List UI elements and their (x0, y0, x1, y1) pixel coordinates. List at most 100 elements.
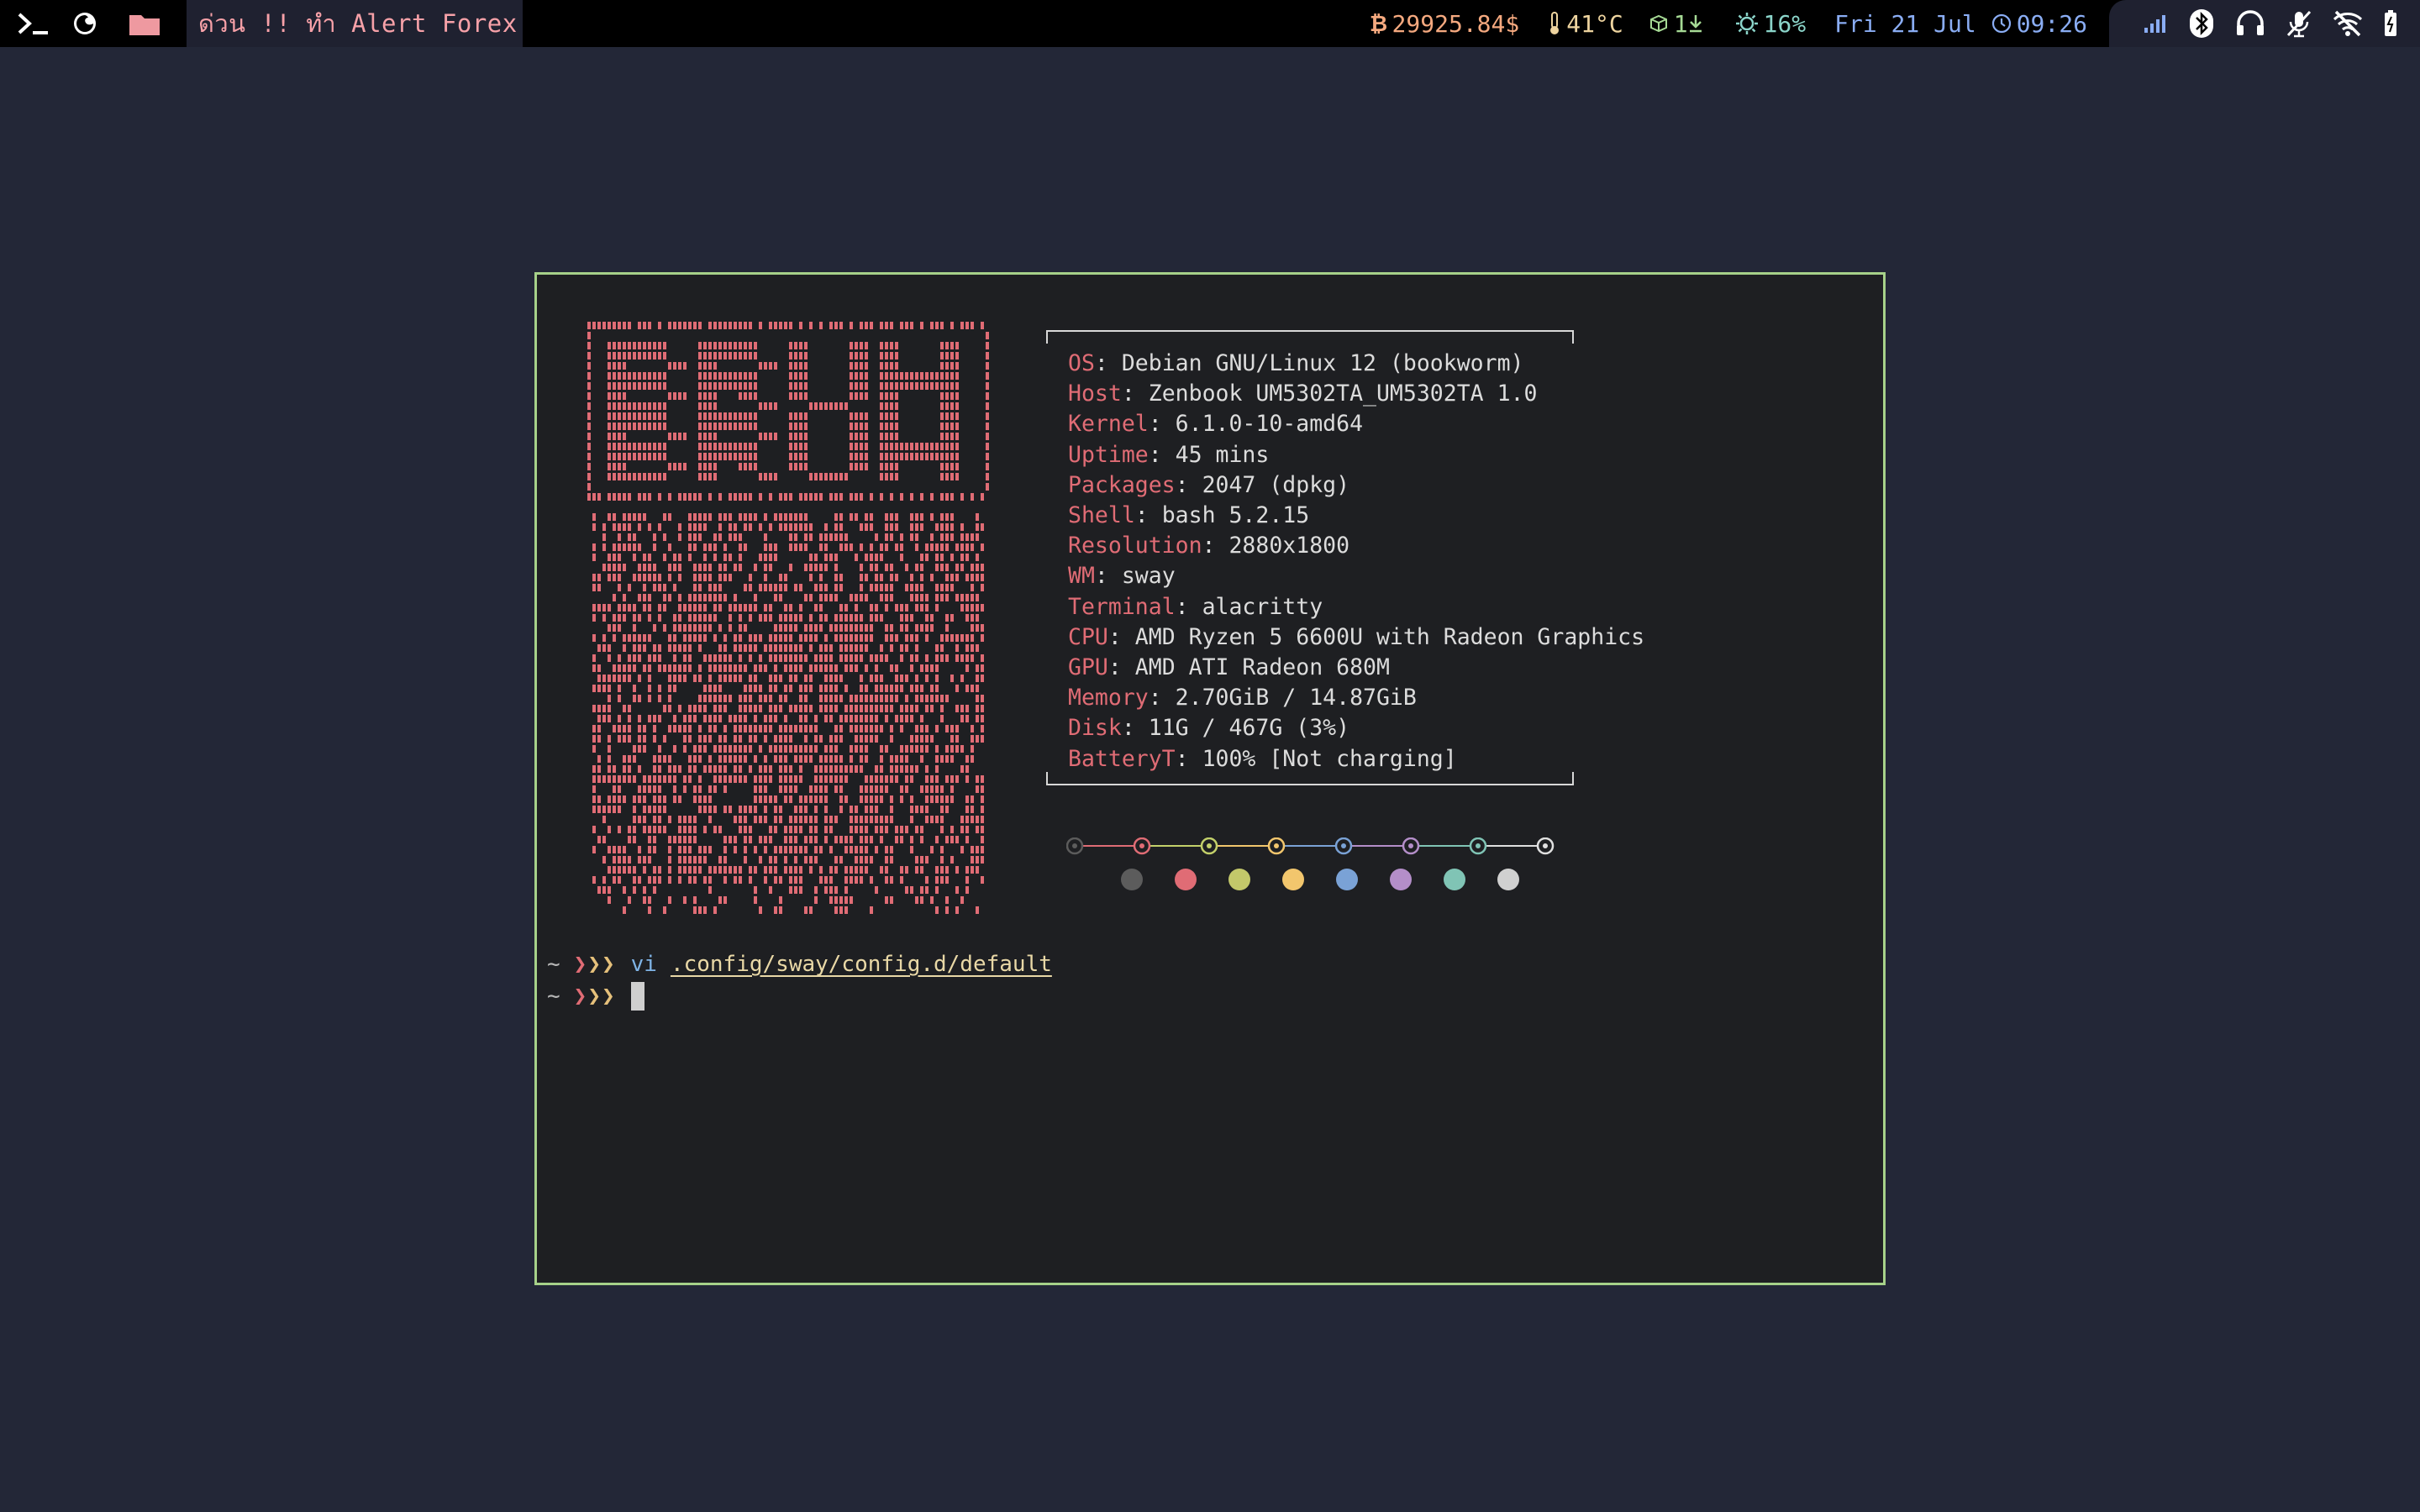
system-info: OS: Debian GNU/Linux 12 (bookworm) Host: … (1046, 330, 1644, 785)
terminal-window[interactable]: OS: Debian GNU/Linux 12 (bookworm) Host: … (534, 272, 1886, 1285)
info-line: GPU: AMD ATI Radeon 680M (1068, 653, 1644, 683)
command-name: vi (630, 952, 657, 977)
info-key: WM (1068, 563, 1095, 590)
info-value: sway (1121, 563, 1176, 590)
clock[interactable]: Fri 21 Jul 09:26 (1834, 10, 2087, 38)
brightness[interactable]: 16% (1735, 9, 1807, 38)
info-value: 45 mins (1175, 441, 1270, 468)
info-key: BatteryT (1068, 745, 1176, 772)
info-value: 2.70GiB / 14.87GiB (1175, 685, 1417, 711)
info-value: AMD Ryzen 5 6600U with Radeon Graphics (1134, 623, 1645, 650)
text-cursor (630, 982, 644, 1011)
info-key: GPU (1068, 654, 1108, 681)
info-separator: : (1148, 441, 1176, 468)
mic-muted-icon[interactable] (2286, 9, 2312, 38)
temperature[interactable]: 41°C (1548, 10, 1623, 38)
info-separator: : (1175, 471, 1202, 498)
info-separator: : (1175, 593, 1202, 620)
headphones-icon[interactable] (2235, 10, 2265, 37)
prompt-cwd: ~ (547, 984, 560, 1009)
info-separator: : (1121, 715, 1149, 742)
info-key: Resolution (1068, 533, 1202, 559)
prompt-cwd: ~ (547, 952, 560, 977)
info-line: WM: sway (1068, 561, 1644, 591)
info-separator: : (1107, 654, 1135, 681)
info-separator: : (1094, 563, 1122, 590)
temperature-value: 41°C (1566, 9, 1623, 38)
bluetooth-icon[interactable] (2188, 8, 2215, 39)
bitcoin-icon: ₿ (1370, 12, 1387, 35)
palette-swatch (1336, 869, 1358, 890)
folder-icon[interactable] (103, 0, 187, 47)
firefox-icon[interactable] (67, 0, 103, 47)
info-key: Terminal (1068, 593, 1176, 620)
palette-swatch (1497, 869, 1519, 890)
palette-ring (1267, 837, 1286, 855)
info-value: 2047 (dpkg) (1202, 471, 1350, 498)
network-signal-icon[interactable] (2143, 13, 2168, 34)
info-value: alacritty (1202, 593, 1323, 620)
info-line: Resolution: 2880x1800 (1068, 531, 1644, 561)
info-line: Packages: 2047 (dpkg) (1068, 470, 1644, 501)
info-value: Debian GNU/Linux 12 (bookworm) (1121, 350, 1524, 376)
palette-swatch (1444, 869, 1465, 890)
updates[interactable]: 1 (1649, 10, 1708, 38)
btc-price[interactable]: ₿ 29925.84$ (1369, 10, 1520, 38)
info-frame-bottom (1046, 772, 1574, 785)
palette-ring (1402, 837, 1420, 855)
info-separator: : (1094, 350, 1122, 376)
date-text: Fri 21 Jul (1834, 9, 1976, 38)
terminal-icon[interactable] (0, 0, 67, 47)
info-key: Disk (1068, 715, 1122, 742)
workspace-launchers (0, 0, 187, 47)
ascii-logo (587, 322, 991, 921)
info-value: bash 5.2.15 (1161, 502, 1310, 529)
logo-pixels (587, 322, 989, 914)
prompt-arrows: ❯❯❯ (573, 952, 616, 977)
info-line: Uptime: 45 mins (1068, 440, 1644, 470)
palette-swatch (1121, 869, 1143, 890)
info-separator: : (1148, 685, 1176, 711)
info-key: Uptime (1068, 441, 1149, 468)
top-bar: ด่วน !! ทำ Alert Forex ₿ 29925.84$ 41°C … (0, 0, 2420, 47)
info-value: 11G / 467G (3%) (1148, 715, 1350, 742)
palette-swatch (1282, 869, 1304, 890)
download-icon (1689, 15, 1702, 33)
btc-price-value: 29925.84$ (1392, 9, 1520, 38)
color-palette (1065, 837, 1604, 921)
time-text: 09:26 (2016, 9, 2087, 38)
prompt-line-1: ~ ❯❯❯ vi .config/sway/config.d/default (547, 952, 1052, 977)
system-tray (2109, 0, 2420, 47)
command-argument: .config/sway/config.d/default (670, 952, 1052, 977)
thermometer-icon (1550, 12, 1560, 34)
info-key: Packages (1068, 471, 1176, 498)
info-line: Host: Zenbook UM5302TA_UM5302TA 1.0 (1068, 379, 1644, 409)
info-line: Terminal: alacritty (1068, 592, 1644, 622)
info-value: 100% [Not charging] (1202, 745, 1457, 772)
wifi-off-icon[interactable] (2333, 10, 2363, 37)
palette-ring (1133, 837, 1151, 855)
prompt-arrows: ❯❯❯ (573, 984, 616, 1009)
palette-ring (1200, 837, 1218, 855)
info-line: OS: Debian GNU/Linux 12 (bookworm) (1068, 349, 1644, 379)
palette-ring (1334, 837, 1353, 855)
info-value: 2880x1800 (1228, 533, 1350, 559)
info-key: CPU (1068, 623, 1108, 650)
info-value: AMD ATI Radeon 680M (1134, 654, 1390, 681)
info-separator: : (1202, 533, 1229, 559)
brightness-value: 16% (1763, 9, 1807, 38)
info-value: 6.1.0-10-amd64 (1175, 411, 1364, 438)
sun-icon (1735, 13, 1758, 34)
prompt-line-2[interactable]: ~ ❯❯❯ (547, 982, 644, 1011)
info-separator: : (1134, 502, 1162, 529)
info-key: Kernel (1068, 411, 1149, 438)
clock-icon (1991, 13, 2011, 34)
info-separator: : (1148, 411, 1176, 438)
palette-swatch (1228, 869, 1250, 890)
info-line: Kernel: 6.1.0-10-amd64 (1068, 409, 1644, 439)
info-lines: OS: Debian GNU/Linux 12 (bookworm) Host: … (1068, 349, 1644, 774)
battery-icon[interactable] (2383, 9, 2398, 38)
info-separator: : (1175, 745, 1202, 772)
info-line: Memory: 2.70GiB / 14.87GiB (1068, 683, 1644, 713)
info-key: Memory (1068, 685, 1149, 711)
